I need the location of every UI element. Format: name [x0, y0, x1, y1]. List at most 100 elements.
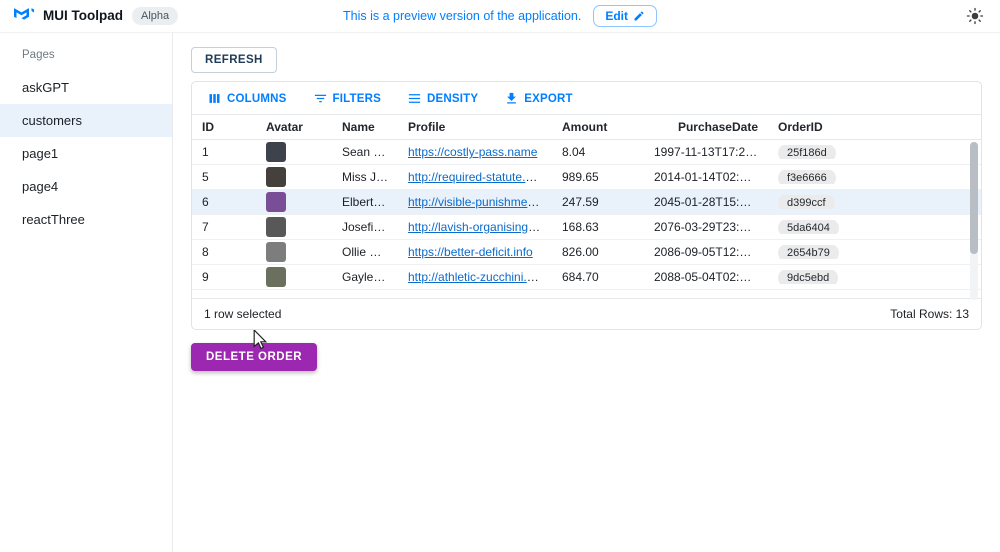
- order-id-chip: 2654b79: [778, 245, 839, 259]
- mui-logo-icon: [14, 8, 34, 24]
- cell-avatar: [256, 217, 332, 237]
- grid-vertical-scrollbar[interactable]: [970, 142, 978, 300]
- cell-amount: 8.04: [552, 145, 644, 159]
- sidebar-item-askgpt[interactable]: askGPT: [0, 71, 172, 104]
- cell-purchase-date: 2086-09-05T12:37:27.015Z: [644, 245, 768, 259]
- cell-purchase-date: 2045-01-28T15:40:06.325Z: [644, 195, 768, 209]
- cell-amount: 826.00: [552, 245, 644, 259]
- sidebar-item-customers[interactable]: customers: [0, 104, 172, 137]
- cell-purchase-date: 2014-01-14T02:37:28.536Z: [644, 170, 768, 184]
- column-header-profile[interactable]: Profile: [398, 120, 552, 134]
- delete-order-button[interactable]: DELETE ORDER: [191, 343, 317, 371]
- refresh-button[interactable]: REFRESH: [191, 47, 277, 73]
- avatar: [266, 217, 286, 237]
- total-rows: Total Rows: 13: [890, 307, 969, 321]
- column-header-amount[interactable]: Amount: [552, 120, 644, 134]
- cell-purchase-date: 1997-11-13T17:24:11.769Z: [644, 145, 768, 159]
- profile-link[interactable]: http://lavish-organising.name: [408, 220, 552, 234]
- cell-order-id: f3e6666: [768, 170, 884, 184]
- columns-button-label: COLUMNS: [227, 93, 287, 105]
- grid-spacer: [192, 290, 981, 298]
- scrollbar-thumb[interactable]: [970, 142, 978, 254]
- preview-text: This is a preview version of the applica…: [343, 9, 581, 23]
- edit-button-label: Edit: [605, 9, 628, 23]
- cell-name: Miss Juan ...: [332, 170, 398, 184]
- app-bar-left: MUI Toolpad Alpha: [14, 7, 178, 25]
- filters-button-label: FILTERS: [333, 93, 381, 105]
- cell-name: Gayle Den...: [332, 270, 398, 284]
- table-row[interactable]: 9 Gayle Den... http://athletic-zucchini.…: [192, 265, 981, 290]
- sun-icon: [966, 7, 984, 25]
- column-header-orderid[interactable]: OrderID: [768, 120, 884, 134]
- selection-status: 1 row selected: [204, 307, 281, 321]
- cell-id: 1: [192, 145, 256, 159]
- cell-profile: http://required-statute.org: [398, 170, 552, 184]
- cell-avatar: [256, 192, 332, 212]
- order-id-chip: 25f186d: [778, 145, 836, 159]
- avatar: [266, 242, 286, 262]
- main-content: REFRESH COLUMNS FILTERS: [173, 33, 1000, 552]
- cell-amount: 247.59: [552, 195, 644, 209]
- grid-rows: 1 Sean Harris https://costly-pass.name 8…: [192, 140, 981, 290]
- cell-id: 9: [192, 270, 256, 284]
- cell-avatar: [256, 142, 332, 162]
- density-icon: [407, 91, 422, 106]
- profile-link[interactable]: https://costly-pass.name: [408, 145, 537, 159]
- cell-order-id: d399ccf: [768, 195, 884, 209]
- sidebar-item-reactthree[interactable]: reactThree: [0, 203, 172, 236]
- order-id-chip: 9dc5ebd: [778, 270, 838, 284]
- column-header-name[interactable]: Name: [332, 120, 398, 134]
- sidebar-item-page4[interactable]: page4: [0, 170, 172, 203]
- profile-link[interactable]: https://better-deficit.info: [408, 245, 533, 259]
- order-id-chip: 5da6404: [778, 220, 839, 234]
- order-id-chip: f3e6666: [778, 170, 836, 184]
- sidebar-nav: askGPT customers page1 page4 reactThree: [0, 71, 172, 236]
- cell-name: Ollie Green...: [332, 245, 398, 259]
- profile-link[interactable]: http://athletic-zucchini.org: [408, 270, 544, 284]
- cell-profile: http://lavish-organising.name: [398, 220, 552, 234]
- density-button-label: DENSITY: [427, 93, 478, 105]
- density-button[interactable]: DENSITY: [404, 89, 481, 108]
- theme-toggle-button[interactable]: [964, 5, 986, 27]
- data-grid: COLUMNS FILTERS DENSITY: [191, 81, 982, 330]
- order-id-chip: d399ccf: [778, 195, 835, 209]
- filters-button[interactable]: FILTERS: [310, 89, 384, 108]
- edit-button[interactable]: Edit: [593, 5, 657, 27]
- table-row[interactable]: 1 Sean Harris https://costly-pass.name 8…: [192, 140, 981, 165]
- cell-profile: https://costly-pass.name: [398, 145, 552, 159]
- preview-banner: This is a preview version of the applica…: [343, 5, 657, 27]
- cell-amount: 168.63: [552, 220, 644, 234]
- cell-amount: 989.65: [552, 170, 644, 184]
- cell-id: 5: [192, 170, 256, 184]
- columns-button[interactable]: COLUMNS: [204, 89, 290, 108]
- table-row[interactable]: 8 Ollie Green... https://better-deficit.…: [192, 240, 981, 265]
- avatar: [266, 167, 286, 187]
- table-row[interactable]: 5 Miss Juan ... http://required-statute.…: [192, 165, 981, 190]
- cell-order-id: 5da6404: [768, 220, 884, 234]
- cell-order-id: 9dc5ebd: [768, 270, 884, 284]
- cell-avatar: [256, 242, 332, 262]
- table-row[interactable]: 7 Josefina P... http://lavish-organising…: [192, 215, 981, 240]
- cell-id: 7: [192, 220, 256, 234]
- sidebar-header: Pages: [0, 41, 172, 71]
- app-bar: MUI Toolpad Alpha This is a preview vers…: [0, 0, 1000, 33]
- app-title: MUI Toolpad: [43, 8, 123, 23]
- avatar: [266, 192, 286, 212]
- cell-id: 6: [192, 195, 256, 209]
- export-button[interactable]: EXPORT: [501, 89, 576, 108]
- column-header-purchasedate[interactable]: PurchaseDate: [644, 120, 768, 134]
- view-columns-icon: [207, 91, 222, 106]
- profile-link[interactable]: http://visible-punishment.net: [408, 195, 552, 209]
- cell-order-id: 25f186d: [768, 145, 884, 159]
- column-header-avatar[interactable]: Avatar: [256, 120, 332, 134]
- version-badge: Alpha: [132, 7, 178, 25]
- sidebar: Pages askGPT customers page1 page4 react…: [0, 33, 173, 552]
- grid-header-row: ID Avatar Name Profile Amount PurchaseDa…: [192, 114, 981, 140]
- avatar: [266, 267, 286, 287]
- column-header-id[interactable]: ID: [192, 120, 256, 134]
- profile-link[interactable]: http://required-statute.org: [408, 170, 543, 184]
- cell-name: Elbert McL...: [332, 195, 398, 209]
- avatar: [266, 142, 286, 162]
- sidebar-item-page1[interactable]: page1: [0, 137, 172, 170]
- table-row-selected[interactable]: 6 Elbert McL... http://visible-punishmen…: [192, 190, 981, 215]
